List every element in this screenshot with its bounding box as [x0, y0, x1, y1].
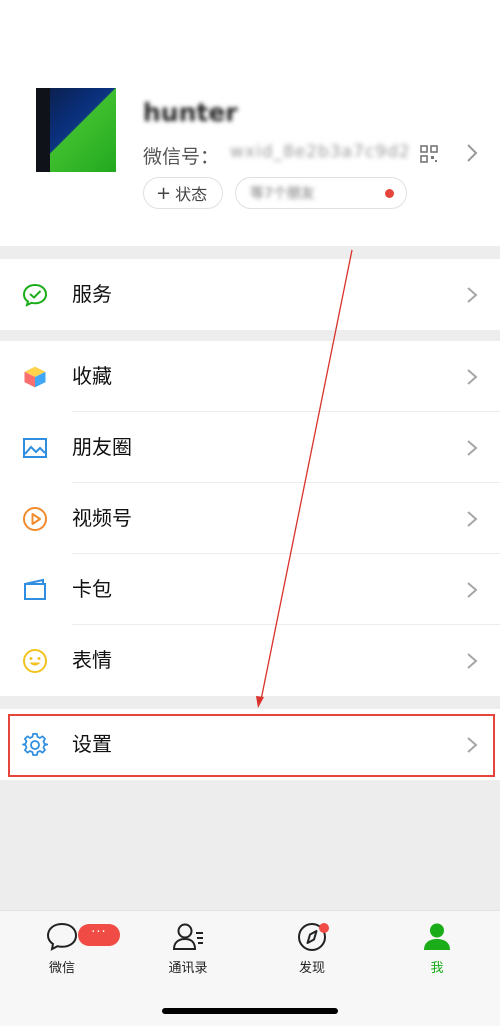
menu-item-channels[interactable]: 视频号 — [0, 483, 500, 554]
play-circle-icon — [23, 507, 47, 531]
friends-status-text: 等7个朋友 — [250, 186, 315, 202]
qr-code-icon[interactable] — [420, 145, 438, 163]
profile-name: hunter — [143, 98, 238, 127]
menu-item-service[interactable]: 服务 — [0, 259, 500, 330]
home-indicator — [162, 1008, 338, 1014]
chevron-right-icon — [467, 369, 478, 385]
chevron-right-icon — [467, 582, 478, 598]
menu-label-cards: 卡包 — [72, 577, 112, 601]
tab-contacts[interactable]: 通讯录 — [138, 921, 238, 991]
menu-group-features: 收藏 朋友圈 视频号 卡包 表情 — [0, 341, 500, 696]
tab-label-discover: 发现 — [298, 961, 325, 976]
tab-chats[interactable]: 微信 ··· — [12, 921, 120, 991]
wechat-id-label: 微信号： — [143, 146, 220, 168]
chat-bubble-icon — [46, 922, 78, 951]
menu-label-favorites: 收藏 — [72, 364, 112, 388]
cube-icon — [23, 365, 47, 389]
contacts-icon — [172, 923, 203, 950]
menu-item-stickers[interactable]: 表情 — [0, 625, 500, 696]
chevron-right-icon — [467, 287, 478, 303]
menu-item-cards[interactable]: 卡包 — [0, 554, 500, 625]
chevron-right-icon — [467, 144, 478, 162]
menu-item-favorites[interactable]: 收藏 — [0, 341, 500, 412]
red-dot-badge — [319, 923, 329, 933]
menu-label-stickers: 表情 — [72, 648, 112, 672]
menu-label-channels: 视频号 — [72, 506, 132, 530]
smiley-icon — [23, 649, 47, 673]
image-icon — [23, 438, 47, 458]
tab-label-contacts: 通讯录 — [168, 961, 208, 976]
wallet-card-icon — [24, 578, 46, 600]
friends-status-pill[interactable]: 等7个朋友 — [235, 177, 407, 209]
chevron-right-icon — [467, 440, 478, 456]
unread-badge: ··· — [78, 924, 120, 946]
status-button[interactable]: + 状态 — [143, 177, 223, 209]
person-icon — [424, 923, 450, 950]
tab-me[interactable]: 我 — [387, 921, 487, 991]
service-icon — [22, 283, 48, 307]
highlight-box — [8, 714, 495, 777]
tab-label-me: 我 — [430, 961, 444, 976]
menu-label-moments: 朋友圈 — [72, 435, 132, 459]
menu-item-moments[interactable]: 朋友圈 — [0, 412, 500, 483]
avatar-image-edge — [36, 88, 50, 172]
profile-header[interactable]: hunter 微信号： wxid_8e2b3a7c9d2 + 状态 等7个朋友 — [0, 0, 500, 246]
menu-label-service: 服务 — [72, 282, 112, 306]
plus-icon: + — [156, 182, 172, 204]
wechat-id-value: wxid_8e2b3a7c9d2 — [230, 142, 411, 162]
tab-label-chats: 微信 — [48, 961, 75, 976]
chevron-right-icon — [467, 653, 478, 669]
menu-group-service: 服务 — [0, 259, 500, 330]
status-label: 状态 — [175, 185, 208, 204]
tab-discover[interactable]: 发现 — [262, 921, 362, 991]
avatar[interactable] — [36, 88, 116, 172]
chevron-right-icon — [467, 511, 478, 527]
red-dot-badge — [385, 189, 394, 198]
